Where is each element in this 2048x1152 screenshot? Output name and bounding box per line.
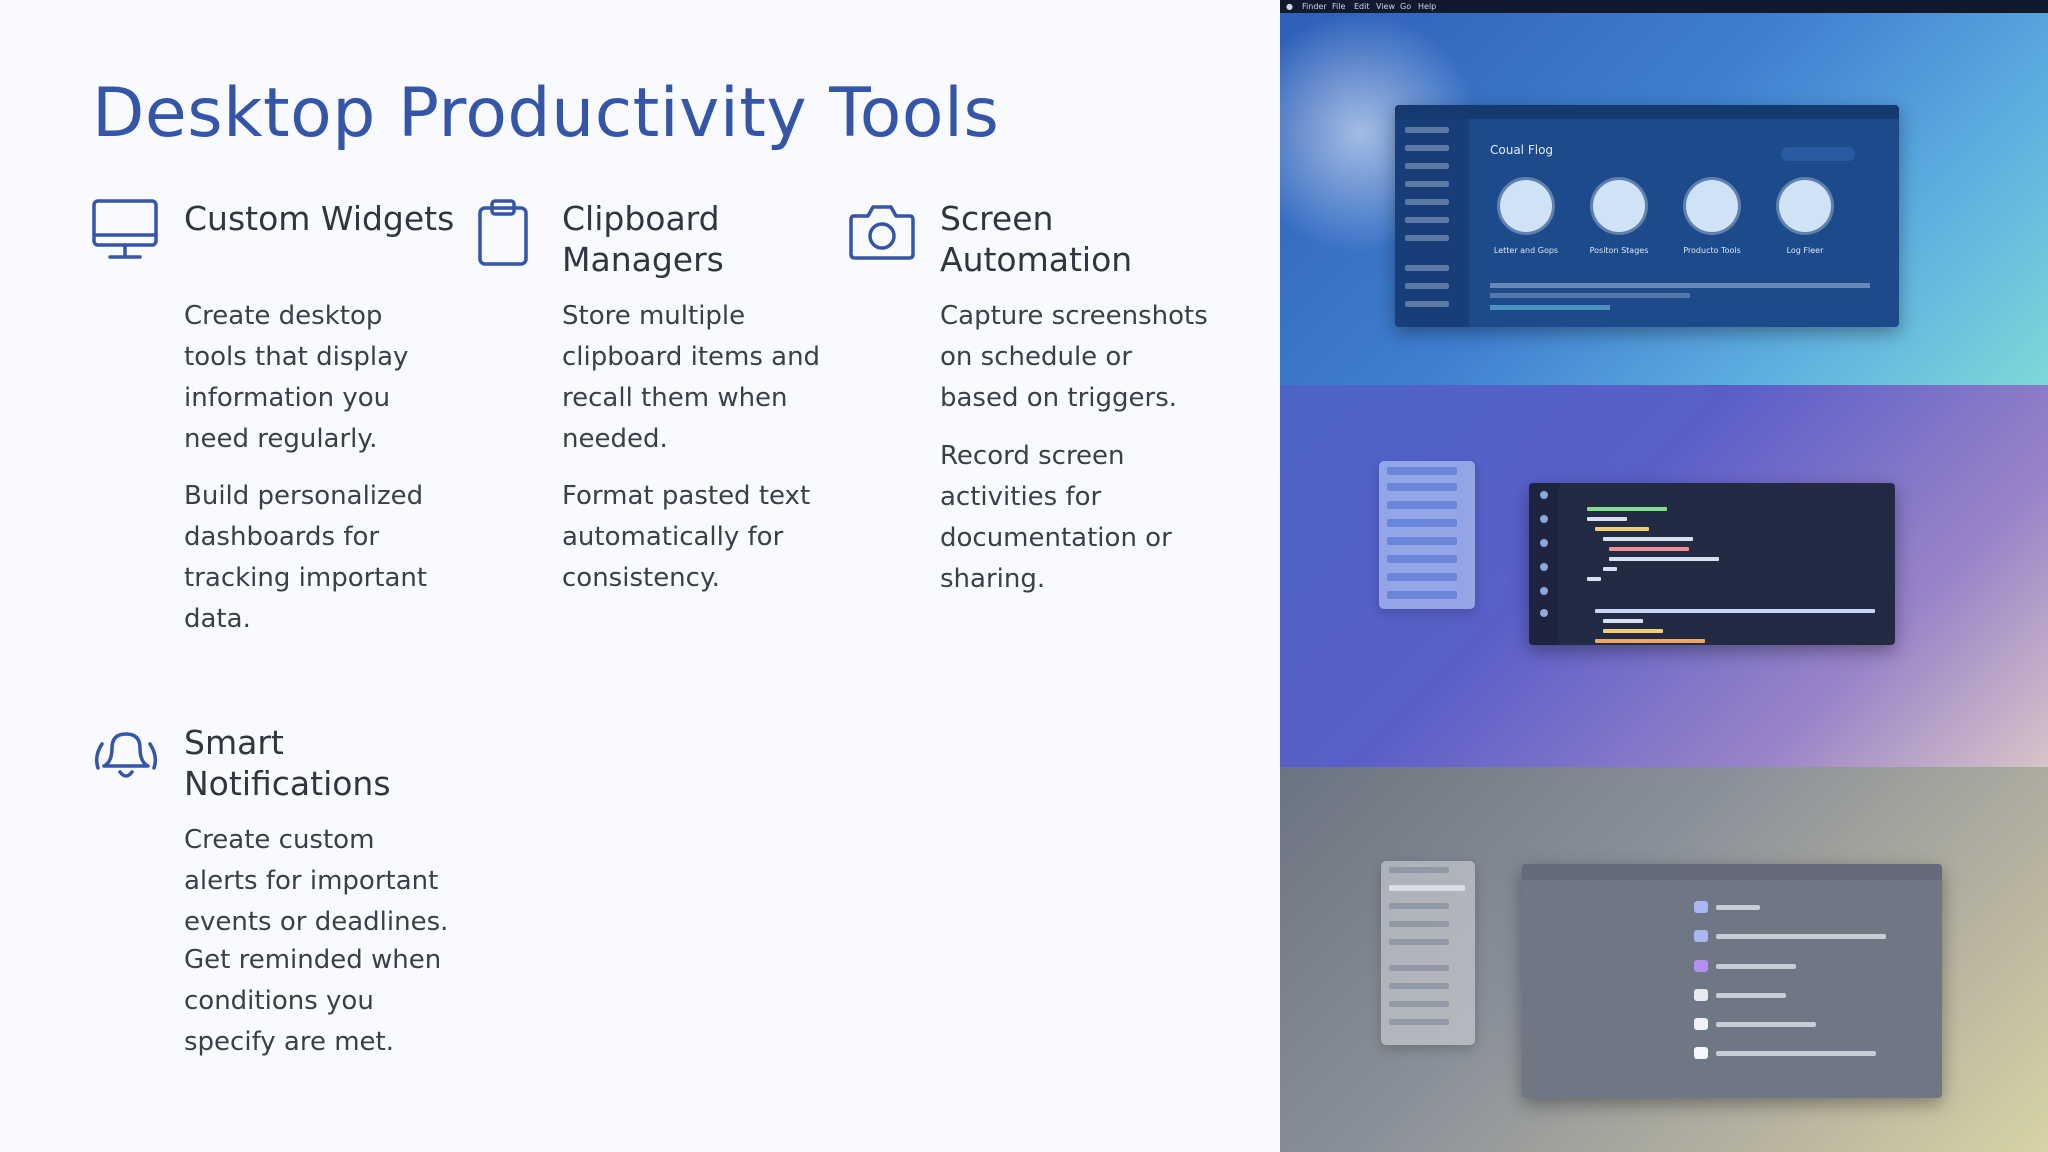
feature-heading: Screen Automation <box>940 199 1133 279</box>
menu-item: Help <box>1418 2 1437 11</box>
apple-icon: ● <box>1286 2 1293 11</box>
menu-item: Go <box>1400 2 1412 11</box>
camera-icon <box>848 198 916 266</box>
feature-clipboard-managers: Clipboard Managers Store multiple clipbo… <box>470 198 830 618</box>
app-label: Log Fleer <box>1786 246 1824 255</box>
window-titlebar <box>1522 864 1942 880</box>
page-title: Desktop Productivity Tools <box>92 74 1000 153</box>
app-label: Letter and Gops <box>1493 246 1559 255</box>
window-titlebar <box>1395 105 1899 119</box>
screenshot-panel-notifications <box>1280 767 2048 1152</box>
window-link <box>1490 305 1610 310</box>
window-title: Coual Flog <box>1490 143 1554 157</box>
code-editor-window <box>1529 483 1895 645</box>
feature-description: Get reminded when conditions you specify… <box>184 945 442 1057</box>
feature-description: Capture screenshots on schedule or based… <box>940 301 1208 413</box>
app-icon <box>1593 180 1645 232</box>
floating-sidebar <box>1379 461 1475 609</box>
feature-description: Build personalized dashboards for tracki… <box>184 481 428 634</box>
menu-bar: ● Finder File Edit View Go Help <box>1280 0 2048 13</box>
feature-description: Store multiple clipboard items and recal… <box>562 301 821 454</box>
launcher-window: Coual Flog Letter and Gops Positon Stage… <box>1395 105 1899 327</box>
desktop-illustration: ● Finder File Edit View Go Help Coual Fl… <box>1280 0 2048 1152</box>
app-icon <box>1779 180 1831 232</box>
feature-smart-notifications: Smart Notifications Create custom alerts… <box>92 722 452 1122</box>
editor-gutter <box>1529 483 1559 645</box>
feature-heading: Smart Notifications <box>184 723 391 803</box>
window-text <box>1490 293 1690 298</box>
monitor-icon <box>92 198 160 266</box>
menu-item: View <box>1376 2 1395 11</box>
slide: Desktop Productivity Tools Custom Widget… <box>0 0 2048 1152</box>
notification-list-window <box>1522 864 1942 1098</box>
menu-item: Edit <box>1354 2 1370 11</box>
clipboard-icon <box>470 198 538 266</box>
menu-item: Finder <box>1302 2 1327 11</box>
menu-item: File <box>1332 2 1346 11</box>
feature-description: Create desktop tools that display inform… <box>184 301 409 454</box>
app-label: Producto Tools <box>1683 246 1741 255</box>
feature-heading: Custom Widgets <box>184 199 455 238</box>
feature-heading: Clipboard Managers <box>562 199 724 279</box>
feature-custom-widgets: Custom Widgets Create desktop tools that… <box>92 198 454 658</box>
feature-screen-automation: Screen Automation Capture screenshots on… <box>848 198 1208 618</box>
feature-description: Create custom alerts for important event… <box>184 825 449 937</box>
feature-description: Record screen activities for documentati… <box>940 441 1172 594</box>
window-text <box>1490 283 1870 288</box>
app-label: Positon Stages <box>1589 246 1649 255</box>
feature-description: Format pasted text automatically for con… <box>562 481 811 593</box>
floating-sidebar <box>1381 861 1475 1045</box>
bell-icon <box>92 722 160 790</box>
search-field <box>1781 147 1855 161</box>
app-icon <box>1686 180 1738 232</box>
screenshot-panel-code <box>1280 385 2048 767</box>
screenshot-panel-widgets: Coual Flog Letter and Gops Positon Stage… <box>1280 13 2048 385</box>
window-sidebar <box>1395 119 1469 327</box>
app-icon <box>1500 180 1552 232</box>
